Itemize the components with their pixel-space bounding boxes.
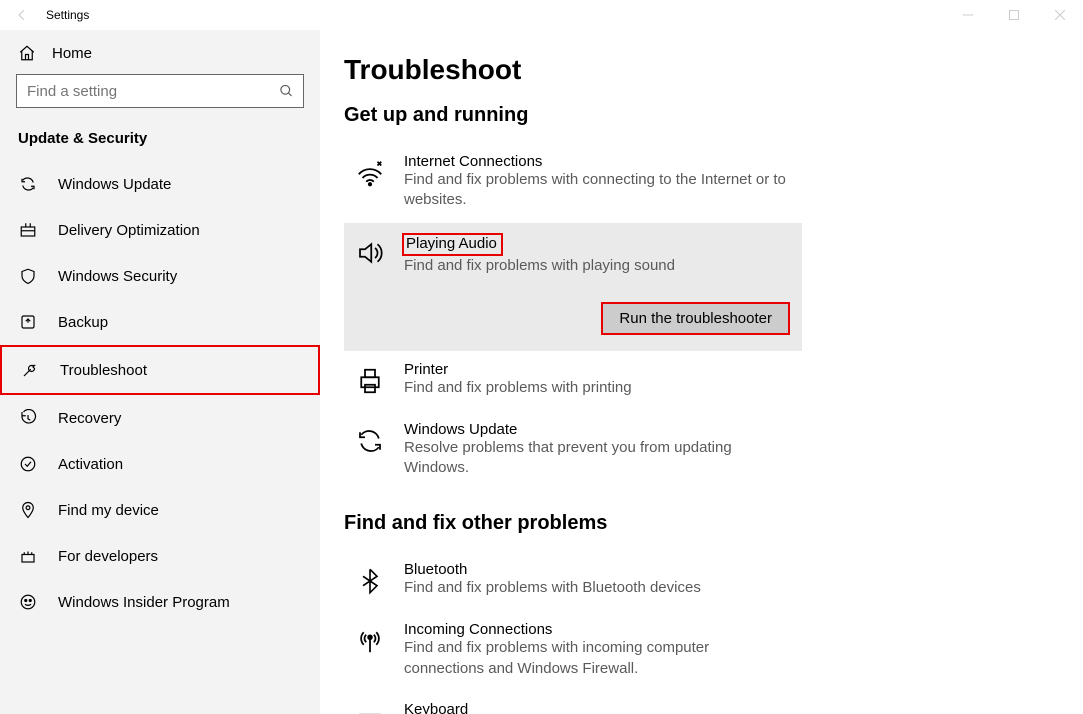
sidebar-item-label: Backup (58, 314, 108, 331)
sidebar-item-label: Delivery Optimization (58, 222, 200, 239)
search-icon (279, 84, 294, 99)
maximize-button[interactable] (991, 0, 1037, 30)
run-button-wrap: Run the troubleshooter (404, 302, 790, 335)
sidebar-item-windows-update[interactable]: Windows Update (0, 161, 320, 207)
sidebar-item-find-my-device[interactable]: Find my device (0, 487, 320, 533)
check-circle-icon (18, 454, 38, 474)
tile-list-other: Bluetooth Find and fix problems with Blu… (344, 551, 1059, 714)
tile-printer[interactable]: Printer Find and fix problems with print… (344, 351, 802, 411)
tile-title: Internet Connections (404, 153, 790, 170)
tile-title: Windows Update (404, 421, 790, 438)
sidebar-item-label: Troubleshoot (60, 362, 147, 379)
sidebar-item-label: For developers (58, 548, 158, 565)
sidebar-item-troubleshoot[interactable]: Troubleshoot (0, 345, 320, 395)
shield-icon (18, 266, 38, 286)
sidebar-item-label: Activation (58, 456, 123, 473)
close-button[interactable] (1037, 0, 1083, 30)
sidebar-item-label: Windows Security (58, 268, 177, 285)
tile-incoming-connections[interactable]: Incoming Connections Find and fix proble… (344, 611, 802, 691)
tile-keyboard[interactable]: Keyboard Find and fix problems with your… (344, 691, 802, 714)
bluetooth-icon (352, 563, 388, 599)
run-troubleshooter-button[interactable]: Run the troubleshooter (601, 302, 790, 335)
page-title: Troubleshoot (344, 54, 1059, 86)
sidebar-item-label: Find my device (58, 502, 159, 519)
update-icon (352, 423, 388, 459)
sidebar-item-windows-security[interactable]: Windows Security (0, 253, 320, 299)
sidebar-item-label: Windows Update (58, 176, 171, 193)
titlebar-left: Settings (14, 7, 89, 23)
printer-icon (352, 363, 388, 399)
sidebar-home[interactable]: Home (0, 30, 320, 74)
minimize-button[interactable] (945, 0, 991, 30)
search-box[interactable] (16, 74, 304, 108)
tile-desc: Find and fix problems with playing sound (404, 256, 790, 276)
location-icon (18, 500, 38, 520)
sidebar: Home Update & Security Windows Update (0, 30, 320, 714)
tile-internet-connections[interactable]: Internet Connections Find and fix proble… (344, 143, 802, 223)
sidebar-item-delivery-optimization[interactable]: Delivery Optimization (0, 207, 320, 253)
section-heading-other: Find and fix other problems (344, 512, 1059, 535)
sidebar-item-recovery[interactable]: Recovery (0, 395, 320, 441)
sync-icon (18, 174, 38, 194)
tile-windows-update[interactable]: Windows Update Resolve problems that pre… (344, 411, 802, 491)
backup-icon (18, 312, 38, 332)
back-icon[interactable] (14, 7, 30, 23)
tile-bluetooth[interactable]: Bluetooth Find and fix problems with Blu… (344, 551, 802, 611)
tile-desc: Find and fix problems with incoming comp… (404, 638, 790, 679)
sidebar-item-activation[interactable]: Activation (0, 441, 320, 487)
sidebar-item-windows-insider[interactable]: Windows Insider Program (0, 579, 320, 625)
tile-desc: Find and fix problems with printing (404, 378, 790, 398)
sidebar-item-for-developers[interactable]: For developers (0, 533, 320, 579)
keyboard-icon (352, 703, 388, 714)
antenna-icon (352, 623, 388, 659)
sidebar-category: Update & Security (0, 120, 320, 161)
tile-playing-audio[interactable]: Playing Audio Find and fix problems with… (344, 223, 802, 351)
tile-desc: Find and fix problems with Bluetooth dev… (404, 578, 790, 598)
tile-title: Playing Audio (402, 233, 503, 256)
main-content: Troubleshoot Get up and running Internet… (320, 30, 1083, 714)
sidebar-item-backup[interactable]: Backup (0, 299, 320, 345)
window-buttons (945, 0, 1083, 30)
tile-title: Incoming Connections (404, 621, 790, 638)
search-input[interactable] (16, 74, 304, 108)
section-heading-get-running: Get up and running (344, 104, 1059, 127)
tile-desc: Resolve problems that prevent you from u… (404, 438, 790, 479)
sidebar-item-label: Recovery (58, 410, 121, 427)
developer-icon (18, 546, 38, 566)
home-icon (18, 44, 36, 62)
sidebar-nav: Windows Update Delivery Optimization Win… (0, 161, 320, 625)
app-body: Home Update & Security Windows Update (0, 30, 1083, 714)
sidebar-item-label: Windows Insider Program (58, 594, 230, 611)
wrench-icon (20, 360, 40, 380)
recovery-icon (18, 408, 38, 428)
insider-icon (18, 592, 38, 612)
delivery-icon (18, 220, 38, 240)
tile-desc: Find and fix problems with connecting to… (404, 170, 790, 211)
window-title: Settings (46, 8, 89, 22)
tile-title: Bluetooth (404, 561, 790, 578)
sidebar-home-label: Home (52, 45, 92, 62)
tile-list-get-running: Internet Connections Find and fix proble… (344, 143, 1059, 490)
internet-icon (352, 155, 388, 191)
audio-icon (352, 235, 388, 271)
search-wrap (0, 74, 320, 120)
tile-title: Keyboard (404, 701, 790, 714)
titlebar: Settings (0, 0, 1083, 30)
tile-title: Printer (404, 361, 790, 378)
